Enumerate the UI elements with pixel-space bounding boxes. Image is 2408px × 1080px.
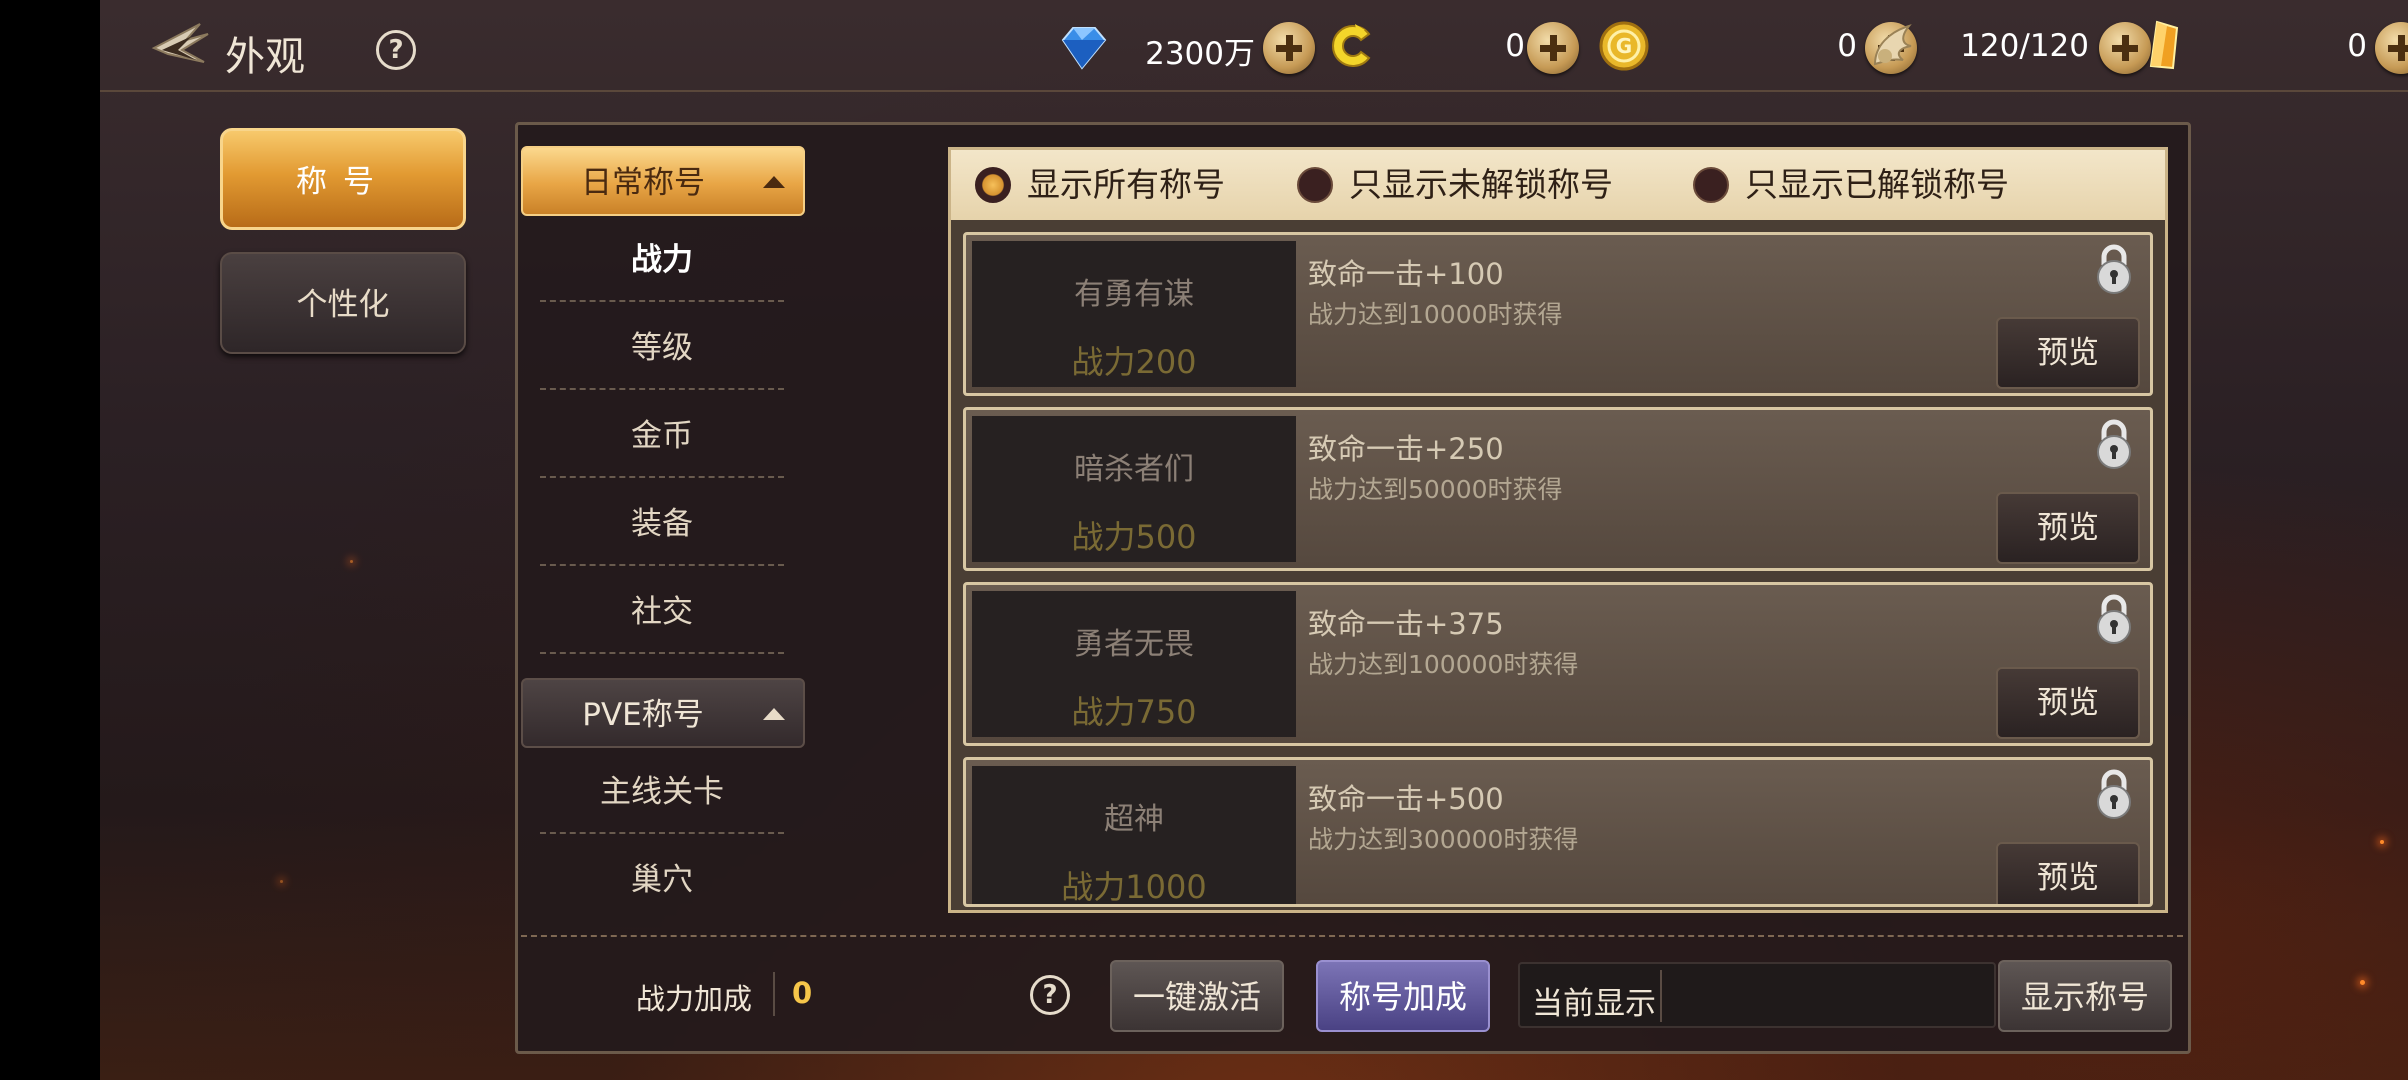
ember-particle — [280, 880, 283, 883]
power-bonus-value: 0 — [792, 976, 813, 1010]
chevron-up-icon — [763, 176, 785, 188]
ember-particle — [2380, 840, 2384, 844]
title-condition: 战力达到300000时获得 — [1308, 825, 1579, 854]
title-badge: 超神 战力1000 — [972, 766, 1296, 906]
ember-particle — [350, 560, 353, 563]
radio-icon — [1693, 167, 1729, 203]
filter-bar: 显示所有称号 只显示未解锁称号 只显示已解锁称号 — [951, 150, 2165, 220]
title-card: 暗杀者们 战力500 致命一击+250 战力达到50000时获得 预览 — [963, 407, 2153, 571]
resource-stamina-value: 120/120 — [1960, 28, 2089, 64]
resource-crystal-value: 0 — [2347, 28, 2367, 64]
radio-icon — [1297, 167, 1333, 203]
title-list-area: 显示所有称号 只显示未解锁称号 只显示已解锁称号 有勇有谋 战力200 致命一击… — [948, 147, 2168, 913]
help-icon[interactable]: ? — [1030, 975, 1070, 1015]
power-bonus-label: 战力加成 — [636, 982, 753, 1016]
chevron-up-icon — [763, 708, 785, 720]
resource-crystal: 0 — [2137, 18, 2408, 74]
title-badge: 勇者无畏 战力750 — [972, 591, 1296, 737]
lock-icon — [2097, 244, 2131, 294]
filter-unlocked[interactable]: 只显示已解锁称号 — [1693, 164, 2009, 206]
title-name: 暗杀者们 — [1074, 452, 1194, 487]
title-badge: 暗杀者们 战力500 — [972, 416, 1296, 562]
category-item-power[interactable]: 战力 — [540, 218, 784, 302]
add-diamond-button[interactable] — [1263, 22, 1315, 74]
resource-gold-value: 0 — [1837, 28, 1857, 64]
resource-diamond-value: 2300万 — [1145, 36, 1255, 72]
category-item-social[interactable]: 社交 — [540, 570, 784, 654]
ember-particle — [2360, 980, 2365, 985]
c-coin-icon — [1332, 24, 1371, 67]
preview-button[interactable]: 预览 — [1996, 667, 2140, 739]
title-power: 战力1000 — [1061, 868, 1207, 906]
show-title-button[interactable]: 显示称号 — [1998, 960, 2172, 1032]
divider — [521, 935, 2183, 937]
radio-selected-icon — [975, 167, 1011, 203]
category-item-main-stage[interactable]: 主线关卡 — [540, 750, 784, 834]
category-item-equipment[interactable]: 装备 — [540, 482, 784, 566]
activate-all-button[interactable]: 一键激活 — [1110, 960, 1284, 1032]
title-bonus: 致命一击+500 — [1308, 782, 1504, 816]
preview-button[interactable]: 预览 — [1996, 492, 2140, 564]
orange-crystal-icon — [2149, 20, 2179, 70]
title-condition: 战力达到100000时获得 — [1308, 650, 1579, 679]
current-title-label: 当前显示 — [1532, 986, 1656, 1022]
add-c-coin-button[interactable] — [1527, 22, 1579, 74]
filter-locked-label: 只显示未解锁称号 — [1349, 165, 1613, 204]
filter-locked[interactable]: 只显示未解锁称号 — [1297, 164, 1613, 206]
back-arrow-icon — [151, 23, 209, 63]
category-daily-header[interactable]: 日常称号 — [521, 146, 805, 216]
title-card: 有勇有谋 战力200 致命一击+100 战力达到10000时获得 预览 — [963, 232, 2153, 396]
filter-unlocked-label: 只显示已解锁称号 — [1745, 165, 2009, 204]
tab-title[interactable]: 称号 — [220, 128, 466, 230]
title-name: 超神 — [1104, 802, 1164, 837]
lock-icon — [2097, 769, 2131, 819]
title-power: 战力500 — [1071, 518, 1197, 556]
title-power: 战力200 — [1071, 343, 1197, 381]
title-badge: 有勇有谋 战力200 — [972, 241, 1296, 387]
title-name: 勇者无畏 — [1074, 627, 1194, 662]
title-bonus: 致命一击+250 — [1308, 432, 1504, 466]
tab-customize[interactable]: 个性化 — [220, 252, 466, 354]
category-daily-label: 日常称号 — [581, 165, 705, 201]
top-bar: 外观 ? 2300万 0 G 0 120/120 0 — [100, 0, 2408, 92]
category-item-gold[interactable]: 金币 — [540, 394, 784, 478]
page-title: 外观 — [225, 34, 305, 80]
divider — [1660, 970, 1662, 1022]
back-button[interactable] — [148, 20, 212, 76]
blue-diamond-icon — [1061, 27, 1107, 70]
title-bonus: 致命一击+100 — [1308, 257, 1504, 291]
title-card: 超神 战力1000 致命一击+500 战力达到300000时获得 预览 — [963, 757, 2153, 907]
gold-coin-icon: G — [1599, 21, 1649, 71]
wings-icon — [1873, 24, 1912, 66]
add-crystal-button[interactable] — [2375, 22, 2408, 74]
svg-text:G: G — [1616, 34, 1632, 58]
filter-all-label: 显示所有称号 — [1027, 165, 1225, 204]
title-condition: 战力达到50000时获得 — [1308, 475, 1563, 504]
preview-button[interactable]: 预览 — [1996, 317, 2140, 389]
filter-all[interactable]: 显示所有称号 — [975, 164, 1225, 206]
category-pve-header[interactable]: PVE称号 — [521, 678, 805, 748]
title-card: 勇者无畏 战力750 致命一击+375 战力达到100000时获得 预览 — [963, 582, 2153, 746]
title-bonus-button[interactable]: 称号加成 — [1316, 960, 1490, 1032]
title-name: 有勇有谋 — [1074, 277, 1194, 312]
title-power: 战力750 — [1071, 693, 1197, 731]
lock-icon — [2097, 419, 2131, 469]
lock-icon — [2097, 594, 2131, 644]
category-item-level[interactable]: 等级 — [540, 306, 784, 390]
title-condition: 战力达到10000时获得 — [1308, 300, 1563, 329]
divider — [773, 972, 775, 1016]
resource-c-coin-value: 0 — [1505, 28, 1525, 64]
title-bonus: 致命一击+375 — [1308, 607, 1504, 641]
category-pve-label: PVE称号 — [582, 697, 704, 733]
category-item-nest[interactable]: 巢穴 — [540, 838, 784, 922]
current-title-display: 当前显示 — [1518, 962, 1996, 1028]
preview-button[interactable]: 预览 — [1996, 842, 2140, 904]
help-icon[interactable]: ? — [376, 30, 416, 70]
